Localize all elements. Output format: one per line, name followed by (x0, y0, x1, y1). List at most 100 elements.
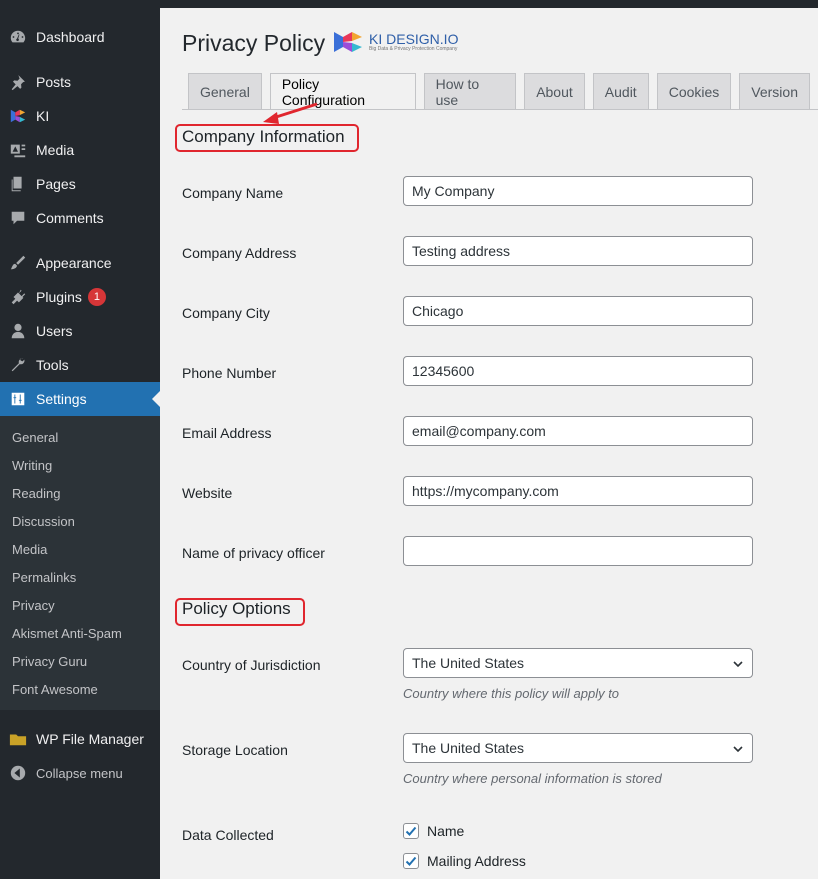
sidebar-item-users[interactable]: Users (0, 314, 160, 348)
main-content: Privacy Policy KI DESIGN.IO Big Data & P… (160, 8, 818, 879)
company-city-label: Company City (182, 305, 270, 321)
sidebar-item-label: Tools (36, 357, 69, 373)
sidebar-item-ki[interactable]: KI (0, 99, 160, 133)
jurisdiction-select[interactable]: The United States (403, 648, 753, 678)
storage-location-label: Storage Location (182, 742, 288, 758)
sidebar-item-file-manager[interactable]: WP File Manager (0, 722, 160, 756)
submenu-item-general[interactable]: General (12, 430, 58, 445)
submenu-item-writing[interactable]: Writing (12, 458, 52, 473)
phone-number-label: Phone Number (182, 365, 277, 381)
chevron-down-icon (733, 746, 743, 753)
sidebar-item-label: Pages (36, 176, 76, 192)
company-name-label: Company Name (182, 185, 284, 201)
sidebar-item-label: Settings (36, 391, 87, 407)
page-title: Privacy Policy (182, 30, 326, 56)
sidebar-item-pages[interactable]: Pages (0, 167, 160, 201)
active-menu-arrow (152, 391, 160, 407)
email-address-input[interactable] (403, 416, 753, 446)
privacy-officer-label: Name of privacy officer (182, 545, 325, 561)
sidebar-item-label: Posts (36, 74, 72, 90)
jurisdiction-selected-value: The United States (412, 655, 525, 671)
sidebar-item-tools[interactable]: Tools (0, 348, 160, 382)
submenu-item-media[interactable]: Media (12, 542, 47, 557)
brush-icon (8, 253, 28, 273)
mailing-address-checkbox-label: Mailing Address (427, 853, 526, 869)
data-collected-label: Data Collected (182, 827, 274, 843)
tab-how-to-use[interactable]: How to use (423, 73, 517, 109)
name-checkbox[interactable] (403, 823, 419, 839)
website-label: Website (182, 485, 233, 501)
collapse-arrow-icon (8, 763, 28, 783)
company-address-label: Company Address (182, 245, 297, 261)
plugin-icon (8, 287, 28, 307)
sidebar-item-label: Comments (36, 210, 104, 226)
company-name-input[interactable] (403, 176, 753, 206)
wrench-icon (8, 355, 28, 375)
sidebar-item-label: Plugins (36, 289, 82, 305)
collapse-menu-label: Collapse menu (36, 765, 123, 781)
email-address-label: Email Address (182, 425, 272, 441)
sidebar-item-media[interactable]: Media (0, 133, 160, 167)
logo-text: KI DESIGN.IO (369, 31, 459, 47)
admin-sidebar: Dashboard Posts KI Media Pages Comments … (0, 0, 160, 879)
collapse-menu-button[interactable]: Collapse menu (0, 756, 160, 790)
mailing-address-checkbox[interactable] (403, 853, 419, 869)
checkmark-icon (405, 826, 417, 836)
storage-selected-value: The United States (412, 740, 525, 756)
submenu-item-akismet[interactable]: Akismet Anti-Spam (12, 626, 122, 641)
tab-audit[interactable]: Audit (592, 73, 649, 109)
website-input[interactable] (403, 476, 753, 506)
sidebar-item-label: KI (36, 108, 50, 124)
name-checkbox-label: Name (427, 823, 465, 839)
ki-design-logo: KI DESIGN.IO Big Data & Privacy Protecti… (334, 28, 458, 56)
company-information-heading: Company Information (182, 127, 345, 146)
sidebar-item-plugins[interactable]: Plugins 1 (0, 280, 160, 314)
tab-version[interactable]: Version (739, 73, 810, 109)
folder-icon (8, 729, 28, 749)
phone-number-input[interactable] (403, 356, 753, 386)
privacy-officer-input[interactable] (403, 536, 753, 566)
submenu-item-privacy[interactable]: Privacy (12, 598, 55, 613)
settings-icon (8, 389, 28, 409)
company-city-input[interactable] (403, 296, 753, 326)
sidebar-item-label: Appearance (36, 255, 112, 271)
submenu-item-permalinks[interactable]: Permalinks (12, 570, 76, 585)
sidebar-item-label: Media (36, 142, 75, 158)
tab-about[interactable]: About (524, 73, 585, 109)
sidebar-item-settings[interactable]: Settings (0, 382, 160, 416)
data-collected-mailing-option: Mailing Address (403, 853, 526, 869)
update-count-badge: 1 (87, 288, 106, 306)
ki-logo-icon (8, 106, 28, 126)
jurisdiction-label: Country of Jurisdiction (182, 657, 321, 673)
sidebar-item-label: WP File Manager (36, 731, 144, 747)
submenu-item-reading[interactable]: Reading (12, 486, 60, 501)
pages-icon (8, 174, 28, 194)
pin-icon (8, 72, 28, 92)
comment-icon (8, 208, 28, 228)
ki-logo-icon (334, 32, 362, 52)
submenu-item-discussion[interactable]: Discussion (12, 514, 75, 529)
sidebar-item-posts[interactable]: Posts (0, 65, 160, 99)
sidebar-item-appearance[interactable]: Appearance (0, 246, 160, 280)
sidebar-item-label: Users (36, 323, 73, 339)
storage-location-select[interactable]: The United States (403, 733, 753, 763)
dashboard-icon (8, 27, 28, 47)
submenu-item-privacy-guru[interactable]: Privacy Guru (12, 654, 87, 669)
submenu-item-font-awesome[interactable]: Font Awesome (12, 682, 98, 697)
policy-options-heading: Policy Options (182, 599, 291, 618)
tab-general[interactable]: General (188, 73, 262, 109)
jurisdiction-description: Country where this policy will apply to (403, 686, 620, 701)
logo-tagline: Big Data & Privacy Protection Company (369, 46, 458, 52)
sidebar-item-dashboard[interactable]: Dashboard (0, 20, 160, 54)
user-icon (8, 321, 28, 341)
checkmark-icon (405, 856, 417, 866)
data-collected-name-option: Name (403, 823, 464, 839)
sidebar-item-comments[interactable]: Comments (0, 201, 160, 235)
media-icon (8, 140, 28, 160)
settings-submenu: General Writing Reading Discussion Media… (0, 416, 160, 710)
storage-location-description: Country where personal information is st… (403, 771, 662, 786)
tab-cookies[interactable]: Cookies (656, 73, 732, 109)
company-address-input[interactable] (403, 236, 753, 266)
sidebar-item-label: Dashboard (36, 29, 105, 45)
chevron-down-icon (733, 661, 743, 668)
